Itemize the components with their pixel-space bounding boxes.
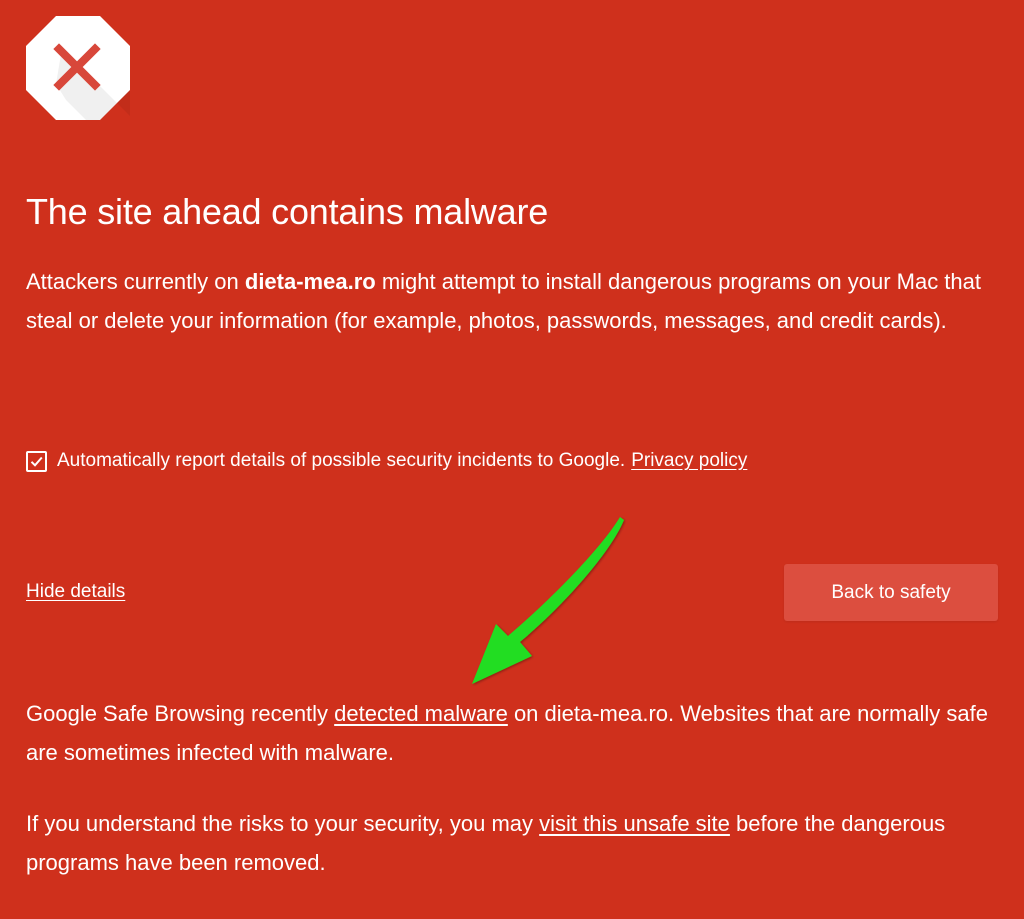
visit-unsafe-site-link[interactable]: visit this unsafe site: [539, 811, 730, 836]
site-name: dieta-mea.ro: [244, 269, 376, 294]
report-checkbox[interactable]: [26, 450, 47, 472]
privacy-policy-link[interactable]: Privacy policy: [631, 450, 747, 472]
report-option: Automatically report details of possible…: [26, 447, 747, 475]
stop-sign-x-icon: [26, 16, 130, 120]
details-malware-text: Google Safe Browsing recently detected m…: [26, 694, 1016, 772]
hide-details-link[interactable]: Hide details: [26, 579, 125, 605]
intro-prefix: Attackers currently on: [26, 269, 245, 294]
details-risk-text: If you understand the risks to your secu…: [26, 804, 1016, 882]
details-p2-prefix: If you understand the risks to your secu…: [26, 811, 540, 836]
page-title: The site ahead contains malware: [26, 191, 549, 232]
green-arrow-icon: [460, 514, 640, 694]
intro-text: Attackers currently on dieta-mea.ro migh…: [26, 262, 1016, 340]
detected-malware-link[interactable]: detected malware: [334, 701, 508, 726]
checkmark-icon: [30, 456, 43, 467]
back-to-safety-button[interactable]: Back to safety: [784, 564, 998, 621]
report-label: Automatically report details of possible…: [57, 450, 626, 471]
details-p1-prefix: Google Safe Browsing recently: [26, 701, 335, 726]
